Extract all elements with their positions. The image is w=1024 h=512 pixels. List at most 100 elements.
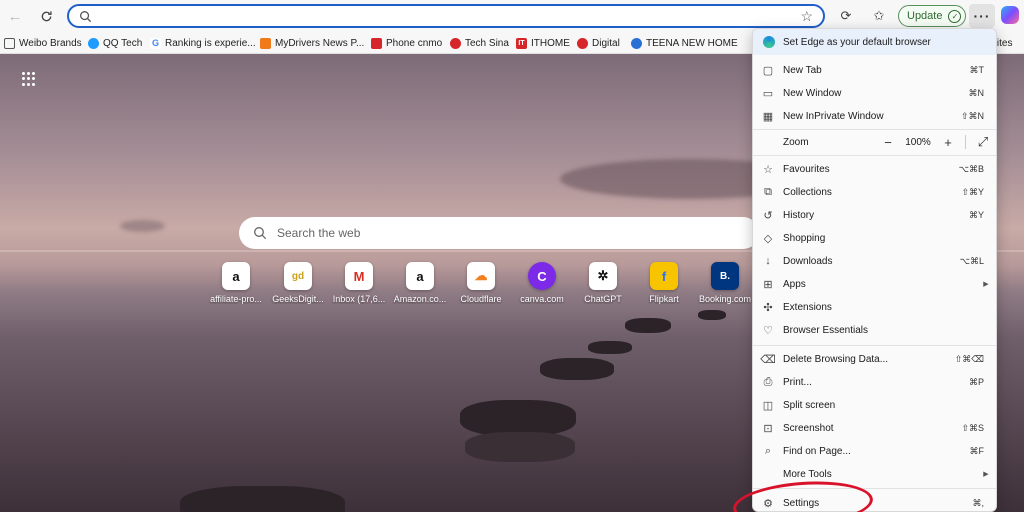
menu-item-label: Shopping xyxy=(783,232,826,244)
refresh-button[interactable] xyxy=(35,5,57,27)
menu-item-zoom: Zoom − 100% + ⤢ xyxy=(753,131,996,153)
favourite-item[interactable]: Tech Sina xyxy=(450,35,509,51)
puzzle-icon: ⟳ xyxy=(840,8,852,23)
menu-item-apps[interactable]: ⊞ Apps ▶ xyxy=(753,273,996,295)
mydrivers-icon xyxy=(260,37,271,49)
split-screen-icon: ◫ xyxy=(762,399,774,412)
menu-item-more-tools[interactable]: More Tools ▶ xyxy=(753,463,996,485)
quick-link-tile[interactable]: ☁ Cloudflare xyxy=(452,262,510,304)
zoom-in-button[interactable]: + xyxy=(935,135,961,150)
favourite-item[interactable]: Weibo Brands xyxy=(4,35,82,51)
menu-item-delete-browsing-data[interactable]: ⌫ Delete Browsing Data... ⇧⌘⌫ xyxy=(753,348,996,370)
quick-link-tile[interactable]: M Inbox (17,6... xyxy=(330,262,388,304)
web-search-box[interactable]: Search the web xyxy=(239,217,759,249)
quick-link-tile[interactable]: ✲ ChatGPT xyxy=(574,262,632,304)
settings-and-more-button[interactable]: ··· xyxy=(969,4,995,28)
menu-item-shortcut: ⌥⌘L xyxy=(959,255,984,266)
menu-item-label: New InPrivate Window xyxy=(783,110,884,122)
menu-item-label: Extensions xyxy=(783,301,832,313)
new-tab-icon: ▢ xyxy=(762,64,774,77)
favourite-item[interactable]: Digital xyxy=(577,35,620,51)
foreground-rock xyxy=(180,486,345,512)
menu-item-find-on-page[interactable]: ⌕ Find on Page... ⌘F xyxy=(753,440,996,462)
favourite-item[interactable]: MyDrivers News P... xyxy=(260,35,364,51)
favourites-icon: ☆ xyxy=(763,163,773,176)
menu-item-screenshot[interactable]: ⊡ Screenshot ⇧⌘S xyxy=(753,417,996,439)
quick-link-tile[interactable]: gd GeeksDigit... xyxy=(269,262,327,304)
menu-item-shortcut: ⌘Y xyxy=(968,209,984,220)
favourite-item[interactable]: Phone cnmo xyxy=(371,35,442,51)
menu-item-new-tab[interactable]: ▢ New Tab ⌘T xyxy=(753,59,996,81)
quick-link-tile[interactable]: a Amazon.co... xyxy=(391,262,449,304)
favourite-item[interactable]: IT ITHOME xyxy=(516,35,570,51)
copilot-icon[interactable] xyxy=(1001,6,1019,24)
menu-item-history[interactable]: ↺ History ⌘Y xyxy=(753,204,996,226)
favourite-item[interactable]: TEENA NEW HOME xyxy=(631,35,738,51)
menu-item-shortcut: ⇧⌘N xyxy=(960,110,984,121)
menu-item-browser-essentials[interactable]: ♡ Browser Essentials xyxy=(753,319,996,341)
quick-link-tile[interactable]: a affiliate-pro... xyxy=(207,262,265,304)
zoom-out-button[interactable]: − xyxy=(875,135,901,150)
app-launcher-icon[interactable] xyxy=(22,72,36,86)
favourite-label: MyDrivers News P... xyxy=(275,37,365,49)
extensions-icon: ✣ xyxy=(763,301,773,314)
find-icon: ⌕ xyxy=(764,444,772,457)
favourites-toolbar-button[interactable]: ✩ xyxy=(869,6,889,26)
menu-item-shopping[interactable]: ◇ Shopping xyxy=(753,227,996,249)
settings-and-more-menu: Set Edge as your default browser ▢ New T… xyxy=(752,28,997,512)
menu-item-downloads[interactable]: ↓ Downloads ⌥⌘L xyxy=(753,250,996,272)
menu-item-shortcut: ⇧⌘S xyxy=(961,422,984,433)
extensions-toolbar-button[interactable]: ⟳ xyxy=(836,6,856,26)
cnmo-icon xyxy=(371,37,382,49)
menu-item-shortcut: ⌥⌘B xyxy=(958,163,984,174)
menu-item-extensions[interactable]: ✣ Extensions xyxy=(753,296,996,318)
address-bar[interactable]: ☆ xyxy=(67,4,825,28)
quick-link-label: Flipkart xyxy=(649,294,679,304)
sina-icon xyxy=(577,37,588,49)
search-icon xyxy=(79,10,92,26)
ithome-icon: IT xyxy=(516,37,527,49)
menu-item-collections[interactable]: ⧉ Collections ⇧⌘Y xyxy=(753,181,996,203)
menu-item-label: New Window xyxy=(783,87,842,99)
quick-link-tile[interactable]: C canva.com xyxy=(513,262,571,304)
quick-link-tile[interactable]: B. Booking.com xyxy=(696,262,754,304)
favourite-label: Phone cnmo xyxy=(386,37,443,49)
favourite-label: TEENA NEW HOME xyxy=(646,37,738,49)
new-window-icon: ▭ xyxy=(762,87,774,100)
default-browser-promo[interactable]: Set Edge as your default browser xyxy=(753,29,996,55)
menu-item-print[interactable]: ⎙ Print... ⌘P xyxy=(753,371,996,393)
flipkart-icon: f xyxy=(650,262,678,290)
favourite-item[interactable]: G Ranking is experie... xyxy=(150,35,256,51)
menu-item-label: History xyxy=(783,209,815,221)
update-button[interactable]: Update ✓ xyxy=(898,5,966,27)
menu-item-favourites[interactable]: ☆ Favourites ⌥⌘B xyxy=(753,158,996,180)
quick-link-tile[interactable]: f Flipkart xyxy=(635,262,693,304)
fullscreen-icon[interactable]: ⤢ xyxy=(970,134,996,150)
menu-item-shortcut: ⌘F xyxy=(969,445,985,456)
canva-icon: C xyxy=(528,262,556,290)
ellipsis-icon: ··· xyxy=(973,8,991,24)
edge-logo-icon xyxy=(763,36,775,48)
google-icon: G xyxy=(150,37,161,49)
menu-item-label: New Tab xyxy=(783,64,822,76)
folder-icon xyxy=(4,37,15,49)
gmail-icon: M xyxy=(345,262,373,290)
menu-item-shortcut: ⌘, xyxy=(972,497,984,508)
stone-reflection xyxy=(465,432,575,462)
favourite-star-icon[interactable]: ☆ xyxy=(800,8,813,25)
menu-item-split-screen[interactable]: ◫ Split screen xyxy=(753,394,996,416)
favourite-item[interactable]: QQ Tech xyxy=(88,35,142,51)
menu-item-new-window[interactable]: ▭ New Window ⌘N xyxy=(753,82,996,104)
quick-link-label: affiliate-pro... xyxy=(210,294,262,304)
teena-icon xyxy=(631,37,642,49)
menu-item-label: Print... xyxy=(783,376,812,388)
menu-item-label: Delete Browsing Data... xyxy=(783,353,889,365)
menu-item-label: Split screen xyxy=(783,399,836,411)
menu-separator xyxy=(753,155,996,156)
menu-item-label: Find on Page... xyxy=(783,445,851,457)
menu-item-shortcut: ⇧⌘⌫ xyxy=(954,353,984,364)
menu-item-new-inprivate-window[interactable]: ▦ New InPrivate Window ⇧⌘N xyxy=(753,105,996,127)
menu-item-shortcut: ⌘P xyxy=(968,376,984,387)
back-button[interactable]: ← xyxy=(4,5,26,27)
stepping-stone xyxy=(588,341,632,354)
